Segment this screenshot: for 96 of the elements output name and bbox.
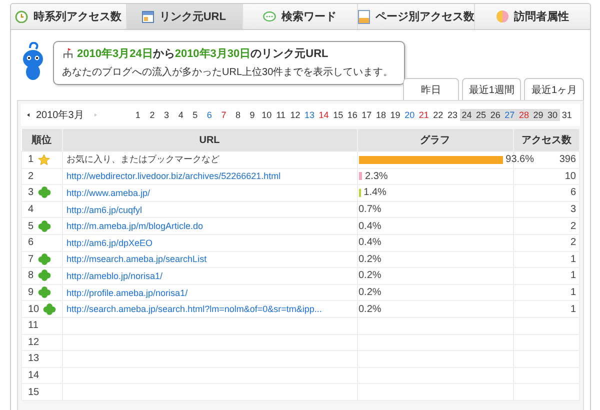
period-tab[interactable]: 昨日 — [402, 78, 459, 100]
description-text: あなたのブログへの流入が多かったURL上位30件までを表示しています。 — [62, 66, 394, 79]
percent-text: 2.3% — [365, 170, 388, 182]
tab[interactable]: リンク元URL — [126, 4, 242, 29]
column-header: 順位 — [22, 129, 62, 152]
calendar-day[interactable]: 7 — [216, 109, 231, 121]
calendar-day[interactable]: 14 — [316, 109, 331, 121]
window-icon — [142, 10, 154, 22]
previous-month-icon[interactable] — [27, 111, 30, 119]
percent-text: 0.4% — [358, 220, 382, 232]
percent-text: 1.4% — [364, 187, 386, 198]
url-link[interactable]: http://am6.jp/dpXeEO — [66, 238, 153, 248]
column-header: グラフ — [357, 129, 513, 152]
rank-cell: 10 — [28, 304, 40, 315]
percent-text: 0.7% — [358, 204, 382, 216]
calendar-day[interactable]: 18 — [374, 109, 388, 121]
source-text: お気に入り、またはブックマークなど — [66, 154, 220, 164]
rank-cell: 9 — [28, 287, 34, 298]
calendar-day[interactable]: 24 — [460, 109, 474, 121]
rank-cell: 5 — [28, 220, 34, 232]
calendar-day[interactable]: 30 — [545, 109, 560, 121]
count-cell: 2 — [570, 220, 576, 232]
pie-chart-icon — [496, 10, 510, 23]
calendar-day[interactable]: 25 — [474, 109, 488, 121]
percent-text: 93.6% — [506, 154, 534, 166]
calendar-day[interactable]: 13 — [302, 109, 317, 121]
period-tab[interactable]: 最近1週間 — [462, 78, 522, 100]
calendar-day[interactable]: 20 — [402, 109, 417, 121]
calendar-day[interactable]: 19 — [388, 109, 402, 121]
rank-cell: 1 — [28, 154, 34, 166]
calendar-day[interactable]: 29 — [531, 109, 546, 121]
column-header: URL — [62, 129, 357, 152]
calendar-day[interactable]: 11 — [274, 109, 288, 121]
calendar-day[interactable]: 26 — [488, 109, 502, 121]
url-link[interactable]: http://am6.jp/cuqfyl — [66, 204, 142, 215]
rank-cell: 13 — [28, 353, 40, 364]
rank-cell: 8 — [28, 270, 34, 282]
clock-icon — [15, 10, 28, 23]
clover-icon — [38, 186, 51, 200]
sitemap-icon — [62, 48, 74, 59]
calendar-day[interactable]: 22 — [431, 109, 446, 121]
calendar-day[interactable]: 28 — [516, 109, 532, 121]
clover-icon — [38, 220, 51, 233]
calendar-day[interactable]: 16 — [345, 109, 360, 121]
month-label: 2010年3月 — [36, 109, 84, 122]
clover-icon — [38, 252, 51, 266]
calendar-day[interactable]: 23 — [445, 109, 460, 121]
calendar-day[interactable]: 4 — [174, 109, 188, 121]
rank-cell: 14 — [28, 370, 40, 382]
calendar-day[interactable]: 5 — [188, 109, 202, 121]
rank-cell: 2 — [28, 170, 34, 182]
rank-cell: 15 — [28, 386, 40, 398]
calendar-day[interactable]: 6 — [202, 109, 217, 121]
column-header: アクセス数 — [513, 129, 580, 152]
percent-text: 0.2% — [358, 304, 382, 315]
count-cell: 1 — [570, 254, 576, 265]
rank-cell: 4 — [28, 204, 34, 216]
document-icon — [358, 10, 370, 24]
rank-cell: 3 — [28, 187, 34, 198]
count-cell: 1 — [570, 287, 576, 298]
period-tab[interactable]: 最近1ヶ月 — [524, 78, 584, 100]
rank-cell: 7 — [28, 254, 34, 265]
calendar-day[interactable]: 17 — [360, 109, 374, 121]
calendar-day[interactable]: 8 — [230, 109, 246, 121]
percent-text: 0.2% — [358, 270, 382, 282]
count-cell: 2 — [570, 237, 576, 248]
percent-text: 0.2% — [358, 287, 382, 298]
star-icon — [38, 154, 50, 166]
calendar-day[interactable]: 3 — [159, 109, 174, 121]
count-cell: 1 — [570, 270, 576, 282]
percent-text: 0.2% — [358, 254, 382, 265]
calendar-day[interactable]: 21 — [416, 109, 432, 121]
rank-cell: 12 — [28, 336, 40, 348]
rank-cell: 11 — [28, 320, 38, 332]
clover-icon — [38, 286, 51, 300]
count-cell: 1 — [570, 304, 576, 315]
calendar-day[interactable]: 1 — [130, 109, 146, 121]
tab[interactable]: 訪問者属性 — [475, 4, 590, 29]
calendar-day[interactable]: 12 — [288, 109, 302, 121]
clover-icon — [43, 302, 56, 316]
calendar-day[interactable]: 9 — [245, 109, 260, 121]
count-cell: 10 — [564, 170, 576, 182]
date-range-heading: 2010年3月24日から2010年3月30日のリンク元URL — [77, 46, 328, 61]
percent-text: 0.4% — [358, 237, 382, 248]
calendar-day[interactable]: 10 — [259, 109, 274, 121]
count-cell: 6 — [570, 187, 576, 198]
calendar-day[interactable]: 27 — [502, 109, 517, 121]
calendar-day[interactable]: 2 — [145, 109, 160, 121]
count-cell: 3 — [570, 204, 576, 216]
count-cell: 396 — [559, 154, 576, 166]
clover-icon — [38, 269, 51, 282]
rank-cell: 6 — [28, 237, 34, 248]
calendar-day[interactable]: 31 — [560, 109, 574, 121]
calendar-day[interactable]: 15 — [330, 109, 346, 121]
speech-bubble-icon — [263, 10, 276, 22]
url-link[interactable]: http://www.ameba.jp/ — [66, 188, 150, 198]
